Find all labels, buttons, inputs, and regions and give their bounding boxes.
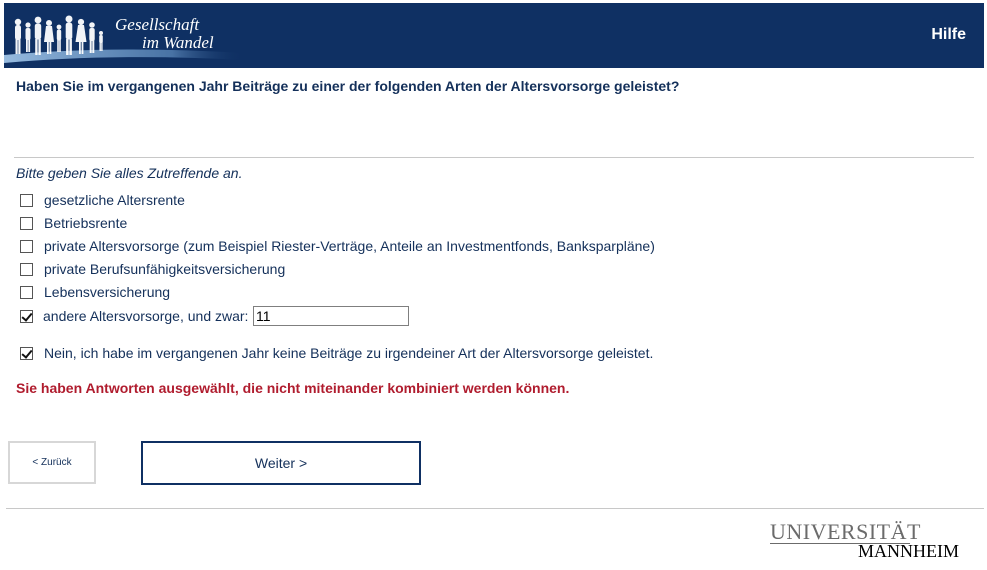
checkbox-andere-altersvorsorge[interactable] xyxy=(20,309,33,323)
header-bar: Gesellschaft im Wandel Hilfe xyxy=(4,3,984,68)
question-text: Haben Sie im vergangenen Jahr Beiträge z… xyxy=(16,78,680,94)
option-gesetzliche-altersrente[interactable]: gesetzliche Altersrente xyxy=(20,191,185,209)
instruction-text: Bitte geben Sie alles Zutreffende an. xyxy=(16,165,243,181)
university-logo-line2: MANNHEIM xyxy=(858,541,959,561)
question-divider xyxy=(14,157,974,158)
option-private-altersvorsorge[interactable]: private Altersvorsorge (zum Beispiel Rie… xyxy=(20,237,655,255)
option-lebensversicherung[interactable]: Lebensversicherung xyxy=(20,283,170,301)
logo-title-line2: im Wandel xyxy=(142,33,214,52)
universitaet-mannheim-logo: UNIVERSITÄT MANNHEIM xyxy=(770,521,970,561)
next-button[interactable]: Weiter > xyxy=(141,441,421,485)
checkbox-keine-beitraege[interactable] xyxy=(20,346,33,360)
option-berufsunfaehigkeitsversicherung[interactable]: private Berufsunfähigkeitsversicherung xyxy=(20,260,285,278)
checkbox-berufsunfaehigkeitsversicherung[interactable] xyxy=(20,262,33,276)
option-label[interactable]: Lebensversicherung xyxy=(44,284,170,300)
option-andere-altersvorsorge[interactable]: andere Altersvorsorge, und zwar: xyxy=(20,307,248,325)
checkbox-lebensversicherung[interactable] xyxy=(20,285,33,299)
option-label[interactable]: andere Altersvorsorge, und zwar: xyxy=(43,308,248,324)
help-link[interactable]: Hilfe xyxy=(931,26,966,44)
andere-altersvorsorge-input[interactable] xyxy=(253,306,409,326)
option-betriebsrente[interactable]: Betriebsrente xyxy=(20,214,127,232)
option-label[interactable]: Betriebsrente xyxy=(44,215,127,231)
university-logo-line1: UNIVERSITÄT xyxy=(770,519,921,544)
option-label[interactable]: gesetzliche Altersrente xyxy=(44,192,185,208)
option-label[interactable]: private Altersvorsorge (zum Beispiel Rie… xyxy=(44,238,655,254)
checkbox-betriebsrente[interactable] xyxy=(20,216,33,230)
error-message: Sie haben Antworten ausgewählt, die nich… xyxy=(16,380,570,396)
option-label[interactable]: private Berufsunfähigkeitsversicherung xyxy=(44,261,285,277)
logo-title-line1: Gesellschaft xyxy=(115,15,200,34)
footer-divider xyxy=(6,508,984,509)
option-label[interactable]: Nein, ich habe im vergangenen Jahr keine… xyxy=(44,345,653,361)
checkbox-gesetzliche-altersrente[interactable] xyxy=(20,193,33,207)
checkbox-private-altersvorsorge[interactable] xyxy=(20,239,33,253)
gesellschaft-im-wandel-logo: Gesellschaft im Wandel xyxy=(4,3,244,68)
back-button[interactable]: < Zurück xyxy=(8,441,96,484)
option-keine-beitraege[interactable]: Nein, ich habe im vergangenen Jahr keine… xyxy=(20,344,653,362)
